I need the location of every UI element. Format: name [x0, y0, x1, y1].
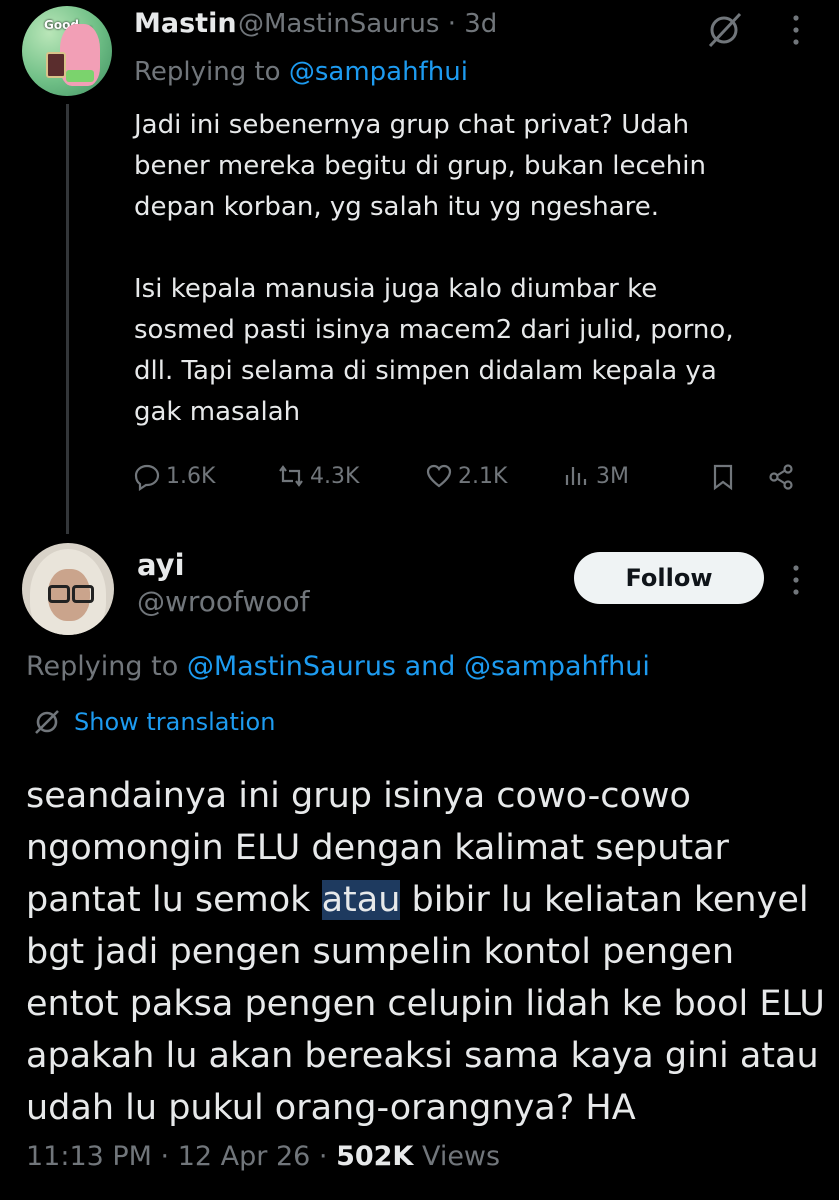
heart-icon	[426, 464, 452, 488]
reply-count: 1.6K	[166, 463, 216, 489]
retweet-button[interactable]: 4.3K	[276, 461, 359, 491]
replying-to-line: Replying to @MastinSaurus and @sampahfhu…	[26, 651, 650, 682]
views-button[interactable]: 3M	[562, 461, 629, 491]
replying-to-link[interactable]: @sampahfhui	[289, 57, 468, 87]
show-translation-button[interactable]: Show translation	[32, 707, 275, 737]
retweet-count: 4.3K	[310, 463, 360, 489]
highlighted-word[interactable]: atau	[321, 880, 401, 920]
author-name[interactable]: ayi	[137, 548, 185, 582]
tweet-meta: 11:13 PM · 12 Apr 26 · 502K Views	[26, 1141, 500, 1172]
share-icon[interactable]	[766, 462, 796, 492]
avatar-glasses-right	[72, 585, 94, 603]
avatar-ayi[interactable]	[22, 543, 114, 635]
show-translation-label: Show translation	[74, 708, 276, 736]
avatar-jar	[46, 52, 66, 78]
like-count: 2.1K	[458, 463, 508, 489]
views-label: Views	[413, 1141, 501, 1172]
tweet-text: Jadi ini sebenernya grup chat privat? Ud…	[134, 110, 734, 427]
bookmark-icon[interactable]	[708, 462, 738, 492]
avatar-mastin[interactable]: Good...	[22, 6, 112, 96]
thread-line	[66, 104, 69, 534]
views-count: 502K	[336, 1141, 414, 1172]
more-options-icon[interactable]	[786, 562, 806, 598]
views-chart-icon	[565, 467, 587, 485]
replying-to-links[interactable]: @MastinSaurus and @sampahfhui	[187, 651, 650, 682]
replying-to-line: Replying to @sampahfhui	[134, 57, 468, 87]
follow-button[interactable]: Follow	[574, 552, 764, 604]
replying-prefix: Replying to	[26, 651, 187, 682]
translate-icon	[35, 710, 59, 734]
retweet-icon	[279, 465, 303, 487]
replying-prefix: Replying to	[134, 57, 289, 87]
grok-icon[interactable]	[704, 10, 744, 50]
more-options-icon[interactable]	[786, 12, 806, 48]
reply-button[interactable]: 1.6K	[132, 461, 215, 491]
author-name[interactable]: Mastin	[134, 8, 237, 39]
views-count: 3M	[596, 463, 629, 489]
tweet-text: seandainya ini grup isinya cowo-cowo ngo…	[26, 770, 826, 1134]
author-handle[interactable]: @wroofwoof	[137, 585, 309, 618]
author-handle-time[interactable]: @MastinSaurus · 3d	[238, 9, 497, 39]
timestamp[interactable]: 11:13 PM · 12 Apr 26 ·	[26, 1141, 336, 1172]
like-button[interactable]: 2.1K	[424, 461, 507, 491]
reply-icon	[134, 464, 160, 491]
avatar-figure	[60, 24, 100, 86]
avatar-glasses-left	[48, 585, 70, 603]
